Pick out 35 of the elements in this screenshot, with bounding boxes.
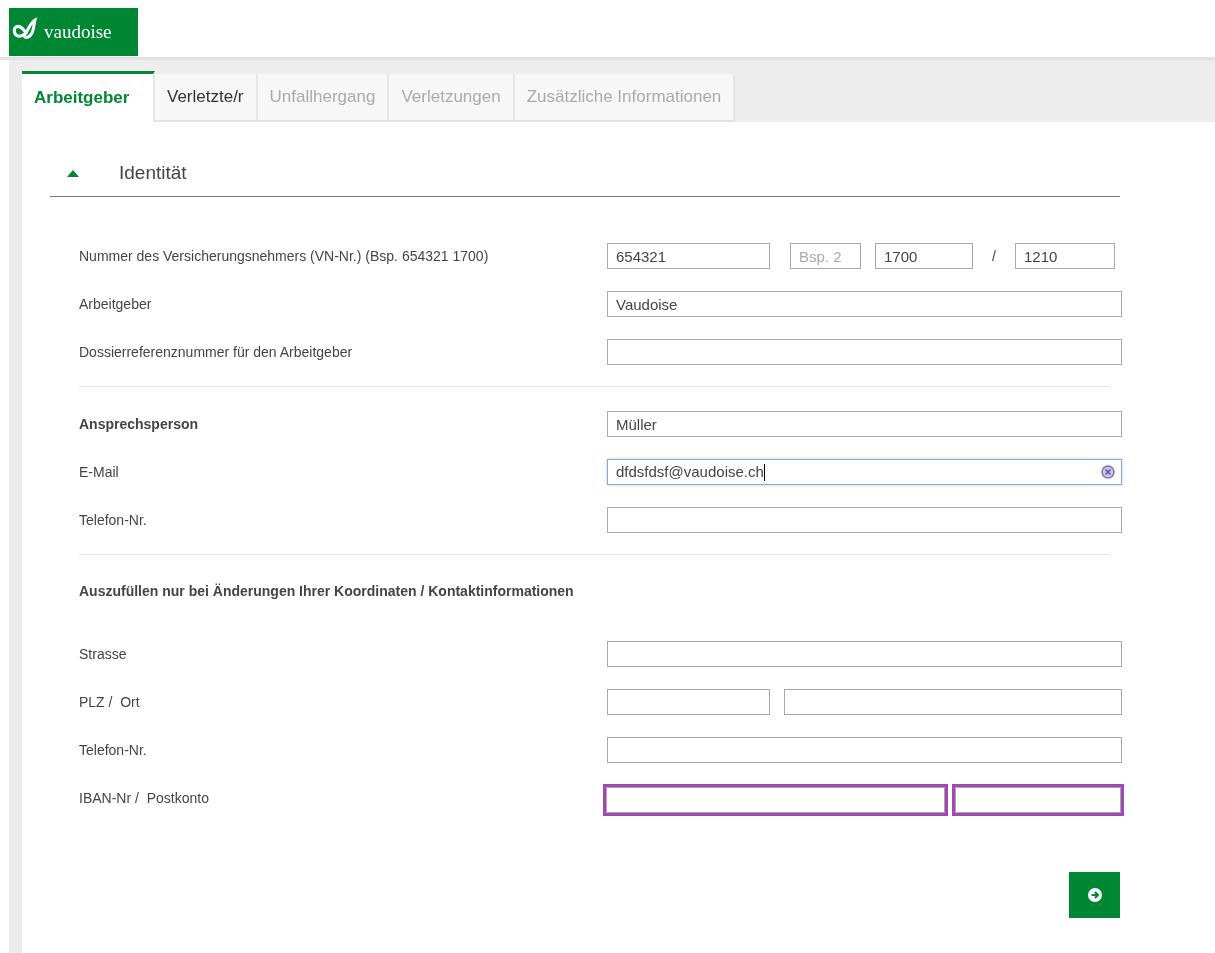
- field-label: Telefon-Nr.: [79, 512, 148, 528]
- input-field[interactable]: [607, 641, 1122, 667]
- section-heading: Auszufüllen nur bei Änderungen Ihrer Koordinaten / Kontaktinformationen: [79, 582, 575, 601]
- field-label: PLZ / Ort: [79, 694, 141, 710]
- tab[interactable]: Verletzte/r: [155, 74, 258, 122]
- collapse-icon[interactable]: [67, 169, 79, 177]
- input-field[interactable]: 654321: [607, 243, 770, 269]
- logo[interactable]: vaudoise: [9, 8, 138, 56]
- field-label: Arbeitgeber: [79, 296, 153, 312]
- input-field[interactable]: [606, 786, 945, 813]
- input-field[interactable]: [607, 689, 770, 715]
- input-field[interactable]: [607, 737, 1122, 763]
- input-field[interactable]: Müller: [607, 411, 1122, 437]
- field-label: Nummer des Versicherungsnehmers (VN-Nr.) (Bsp. 654321 1700): [79, 248, 490, 264]
- field-label: E-Mail: [79, 464, 120, 480]
- field-label: Strasse: [79, 646, 128, 662]
- tab[interactable]: Arbeitgeber: [22, 71, 155, 122]
- input-field[interactable]: 1210: [1015, 243, 1115, 269]
- input-field[interactable]: Vaudoise: [607, 291, 1122, 317]
- input-field[interactable]: [607, 507, 1122, 533]
- field-label: Dossierreferenznummer für den Arbeitgeber: [79, 344, 354, 360]
- arrow-icon: [1087, 888, 1102, 902]
- field-label: Ansprechsperson: [79, 416, 200, 432]
- field-label: IBAN-Nr / Postkonto: [79, 790, 210, 806]
- input-field[interactable]: dfdsfdsf@vaudoise.ch: [607, 459, 1122, 485]
- logo-text: vaudoise: [44, 21, 112, 43]
- input-field[interactable]: 1700: [875, 243, 973, 269]
- field-label: Telefon-Nr.: [79, 742, 148, 758]
- slash-separator: /: [991, 248, 997, 264]
- clear-icon[interactable]: [1101, 465, 1115, 479]
- input-field[interactable]: [784, 689, 1122, 715]
- input-field[interactable]: [954, 786, 1121, 813]
- input-field[interactable]: [607, 339, 1122, 365]
- next-button[interactable]: [1069, 872, 1120, 918]
- section-title: Identität: [119, 162, 187, 184]
